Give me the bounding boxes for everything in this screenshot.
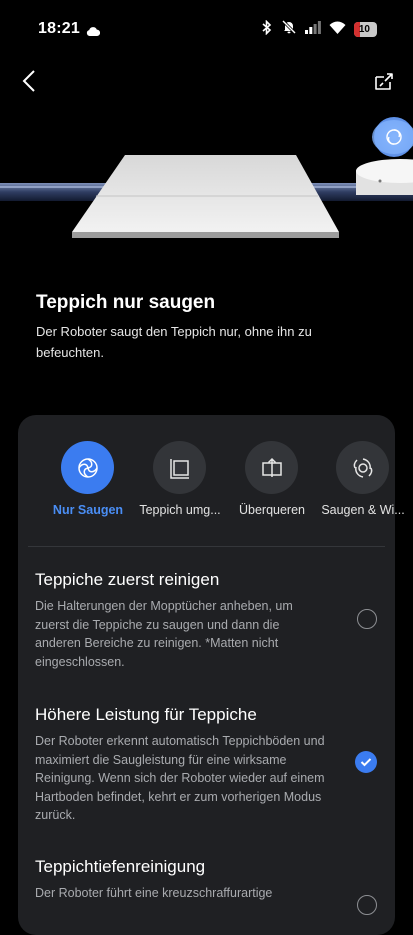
chevron-left-icon	[22, 70, 35, 92]
option-description: Die Halterungen der Mopptücher anheben, …	[35, 599, 293, 669]
mode-nur-saugen[interactable]: Nur Saugen	[42, 439, 134, 549]
wifi-icon: ↕	[329, 21, 346, 39]
mode-label: Saugen & Wi...	[321, 503, 405, 517]
mode-label: Nur Saugen	[52, 503, 124, 517]
vacuum-mop-icon	[353, 457, 372, 478]
option-title: Teppiche zuerst reinigen	[35, 570, 220, 589]
swirl-icon	[77, 457, 98, 478]
mode-teppich-umgehen[interactable]: Teppich umg...	[134, 439, 226, 549]
feedback-icon	[375, 73, 393, 90]
signal-icon	[304, 20, 321, 39]
mode-label: Teppich umg...	[139, 503, 221, 517]
divider	[28, 546, 385, 547]
carpet-avoid-icon	[169, 458, 189, 479]
checkmark-icon	[360, 758, 372, 767]
mode-label: Überqueren	[238, 503, 305, 517]
mode-ueberqueren[interactable]: Überqueren	[226, 439, 318, 549]
option-title: Höhere Leistung für Teppiche	[35, 705, 257, 724]
feedback-button[interactable]	[369, 68, 397, 96]
svg-text:↕: ↕	[340, 29, 344, 34]
carpet-illustration	[0, 110, 413, 270]
option-title: Teppichtiefenreinigung	[35, 857, 206, 876]
option-radio-selected[interactable]	[355, 751, 377, 773]
mode-saugen-wischen[interactable]: Saugen & Wi...	[317, 439, 409, 549]
cross-carpet-icon	[261, 457, 282, 477]
bluetooth-icon	[261, 19, 273, 40]
status-time: 18:21	[38, 20, 80, 37]
option-teppiche-zuerst[interactable]: Teppiche zuerst reinigen Die Halterungen…	[35, 570, 377, 671]
back-button[interactable]	[14, 66, 44, 96]
mode-selector: Nur Saugen Teppich umg... Überqueren Sau…	[18, 439, 405, 549]
page-title: Teppich nur saugen	[36, 292, 216, 313]
page-description: Der Roboter saugt den Teppich nur, ohne …	[36, 324, 312, 360]
battery-indicator: 10	[353, 22, 377, 37]
option-hoehere-leistung[interactable]: Höhere Leistung für Teppiche Der Roboter…	[35, 705, 377, 825]
option-teppichtiefenreinigung[interactable]: Teppichtiefenreinigung Der Roboter führt…	[35, 857, 377, 915]
option-radio-unselected[interactable]	[357, 609, 377, 629]
option-description: Der Roboter erkennt automatisch Teppichb…	[35, 734, 325, 822]
cloud-icon	[86, 23, 101, 41]
option-radio-unselected[interactable]	[357, 895, 377, 915]
status-icons: ↕ 10	[261, 19, 377, 40]
status-bar: 18:21 ↕ 10	[0, 0, 413, 56]
mute-bell-icon	[281, 19, 297, 40]
settings-panel: Nur Saugen Teppich umg... Überqueren Sau…	[18, 415, 405, 935]
